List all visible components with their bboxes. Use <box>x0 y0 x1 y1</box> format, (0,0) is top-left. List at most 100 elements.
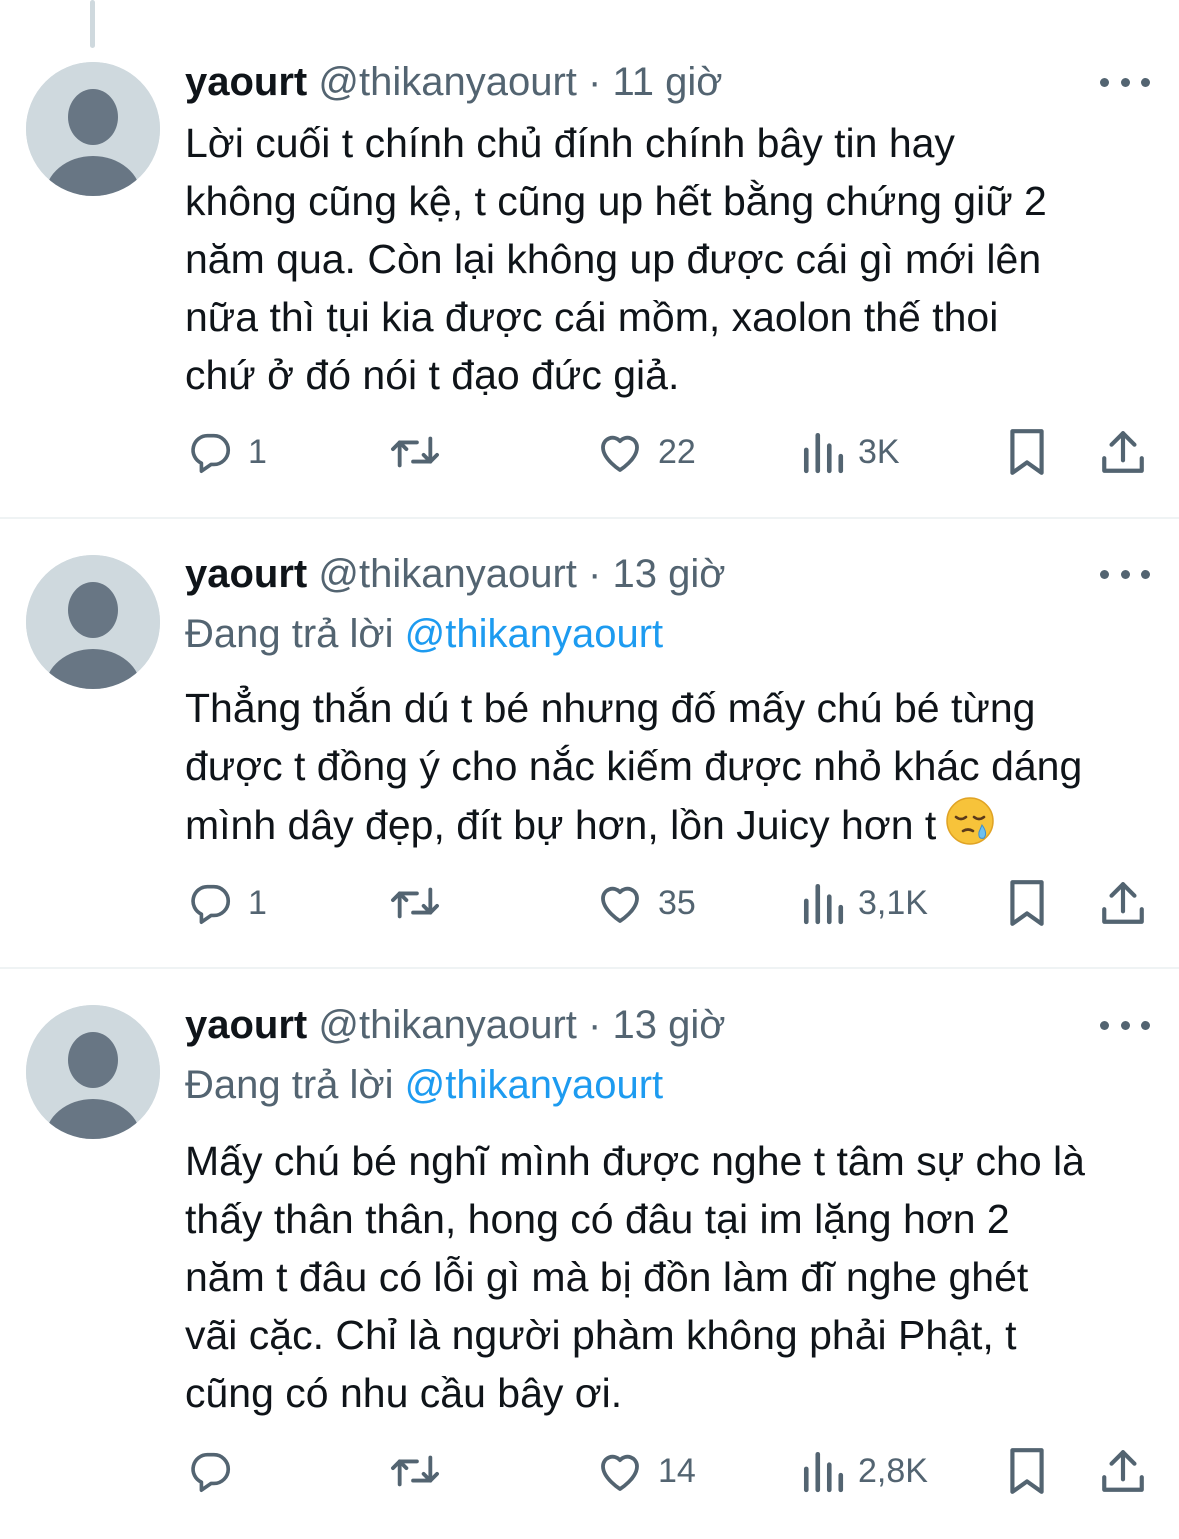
separator-dot: · <box>588 60 602 104</box>
tweet-header: yaourt @thikanyaourt · 13 giờ <box>185 549 725 599</box>
bookmark-icon <box>1010 1448 1044 1494</box>
like-count: 14 <box>658 1451 696 1490</box>
tweet-text-line: được t đồng ý cho nắc kiếm được nhỏ khác… <box>185 743 1083 789</box>
avatar[interactable] <box>26 62 160 196</box>
separator-dot: · <box>588 1003 602 1047</box>
more-options-button[interactable] <box>1100 1015 1150 1035</box>
tweet-header: yaourt @thikanyaourt · 13 giờ <box>185 1000 725 1050</box>
replying-to-label: Đang trả lời <box>185 1063 405 1107</box>
replying-to-label: Đang trả lời <box>185 612 405 656</box>
bookmark-button[interactable] <box>1006 873 1048 933</box>
share-upload-icon <box>1102 882 1144 924</box>
tweet[interactable]: yaourt @thikanyaourt · 11 giờ Lời cuối t… <box>0 0 1179 518</box>
like-count: 35 <box>658 883 696 922</box>
display-name[interactable]: yaourt <box>185 60 307 104</box>
tweet-text: Lời cuối t chính chủ đính chính bây tin … <box>185 114 1165 404</box>
tweet-text-line: chứ ở đó nói t đạo đức giả. <box>185 352 680 398</box>
mention-link[interactable]: @thikanyaourt <box>405 612 664 656</box>
speech-bubble-icon <box>191 884 230 924</box>
tweet-text-line: cũng có nhu cầu bây ơi. <box>185 1370 623 1416</box>
share-button[interactable] <box>1100 1441 1146 1501</box>
share-upload-icon <box>1102 1450 1144 1492</box>
tweet-actions: 14 2,8K <box>0 1441 1179 1501</box>
more-options-button[interactable] <box>1100 72 1150 92</box>
heart-icon <box>601 1454 639 1491</box>
more-dots-icon <box>1100 569 1109 579</box>
tweet-text-line: Mấy chú bé nghĩ mình được nghe t tâm sự … <box>185 1138 1085 1184</box>
tweet-header: yaourt @thikanyaourt · 11 giờ <box>185 57 722 107</box>
bookmark-button[interactable] <box>1006 1441 1048 1501</box>
tweet-text-line: không cũng kệ, t cũng up hết bằng chứng … <box>185 178 1047 224</box>
like-button[interactable]: 14 <box>596 1441 696 1501</box>
repost-button[interactable] <box>387 873 457 933</box>
tweet-text-line: nữa thì tụi kia được cái mồm, xaolon thế… <box>185 294 999 340</box>
repost-arrows-icon <box>391 1455 439 1487</box>
reply-button[interactable] <box>188 1441 248 1501</box>
user-handle[interactable]: @thikanyaourt <box>318 552 577 596</box>
default-profile-icon <box>26 555 160 689</box>
speech-bubble-icon <box>191 433 230 473</box>
reply-button[interactable]: 1 <box>188 873 267 933</box>
bookmark-icon <box>1010 880 1044 926</box>
tweet-text-segment: mình dây đẹp, đít bự hơn, lồn Juicy hơn … <box>185 802 937 848</box>
tweet-text: Thẳng thắn dú t bé nhưng đố mấy chú bé t… <box>185 679 1165 862</box>
reply-button[interactable]: 1 <box>188 422 267 482</box>
more-options-button[interactable] <box>1100 564 1150 584</box>
reply-count: 1 <box>248 883 267 922</box>
tweet-text: Mấy chú bé nghĩ mình được nghe t tâm sự … <box>185 1132 1165 1422</box>
share-upload-icon <box>1102 431 1144 473</box>
heart-icon <box>601 886 639 923</box>
tweet-actions: 1 22 3K <box>0 422 1179 482</box>
user-handle[interactable]: @thikanyaourt <box>318 60 577 104</box>
default-profile-icon <box>26 62 160 196</box>
replying-to: Đang trả lời @thikanyaourt <box>185 609 663 659</box>
timestamp[interactable]: 13 giờ <box>612 1003 725 1047</box>
more-dots-icon <box>1100 77 1109 87</box>
tweet-text-line: Thẳng thắn dú t bé nhưng đố mấy chú bé t… <box>185 685 1036 731</box>
replying-to: Đang trả lời @thikanyaourt <box>185 1060 663 1110</box>
tweet-text-line: Lời cuối t chính chủ đính chính bây tin … <box>185 120 955 166</box>
reply-count: 1 <box>248 432 267 471</box>
display-name[interactable]: yaourt <box>185 1003 307 1047</box>
speech-bubble-icon <box>191 1452 230 1492</box>
views-button[interactable]: 3,1K <box>802 873 928 933</box>
repost-arrows-icon <box>391 436 439 468</box>
like-button[interactable]: 22 <box>596 422 696 482</box>
separator-dot: · <box>588 552 602 596</box>
bar-chart-icon <box>803 883 844 925</box>
views-button[interactable]: 3K <box>802 422 900 482</box>
tweet-actions: 1 35 3,1K <box>0 873 1179 933</box>
share-button[interactable] <box>1100 422 1146 482</box>
avatar[interactable] <box>26 1005 160 1139</box>
bookmark-button[interactable] <box>1006 422 1048 482</box>
like-count: 22 <box>658 432 696 471</box>
sleepy-face-emoji <box>944 795 996 862</box>
tweet[interactable]: yaourt @thikanyaourt · 13 giờ Đang trả l… <box>0 519 1179 967</box>
repost-button[interactable] <box>387 1441 457 1501</box>
heart-icon <box>601 435 639 472</box>
like-button[interactable]: 35 <box>596 873 696 933</box>
views-button[interactable]: 2,8K <box>802 1441 928 1501</box>
repost-arrows-icon <box>391 887 439 919</box>
timestamp[interactable]: 11 giờ <box>612 60 722 104</box>
repost-button[interactable] <box>387 422 457 482</box>
user-handle[interactable]: @thikanyaourt <box>318 1003 577 1047</box>
bookmark-icon <box>1010 429 1044 475</box>
tweet[interactable]: yaourt @thikanyaourt · 13 giờ Đang trả l… <box>0 969 1179 1539</box>
bar-chart-icon <box>803 1451 844 1493</box>
display-name[interactable]: yaourt <box>185 552 307 596</box>
tweet-text-line: vãi cặc. Chỉ là người phàm không phải Ph… <box>185 1312 1017 1358</box>
tweet-text-line: năm t đâu có lỗi gì mà bị đồn làm đĩ ngh… <box>185 1254 1029 1300</box>
tweet-text-line: thấy thân thân, hong có đâu tại im lặng … <box>185 1196 1010 1242</box>
timestamp[interactable]: 13 giờ <box>612 552 725 596</box>
avatar[interactable] <box>26 555 160 689</box>
view-count: 3K <box>858 432 900 471</box>
share-button[interactable] <box>1100 873 1146 933</box>
tweet-text-line: mình dây đẹp, đít bự hơn, lồn Juicy hơn … <box>185 795 1165 862</box>
more-dots-icon <box>1100 1020 1109 1030</box>
mention-link[interactable]: @thikanyaourt <box>405 1063 664 1107</box>
view-count: 3,1K <box>858 883 928 922</box>
tweet-text-line: năm qua. Còn lại không up được cái gì mớ… <box>185 236 1042 282</box>
view-count: 2,8K <box>858 1451 928 1490</box>
default-profile-icon <box>26 1005 160 1139</box>
